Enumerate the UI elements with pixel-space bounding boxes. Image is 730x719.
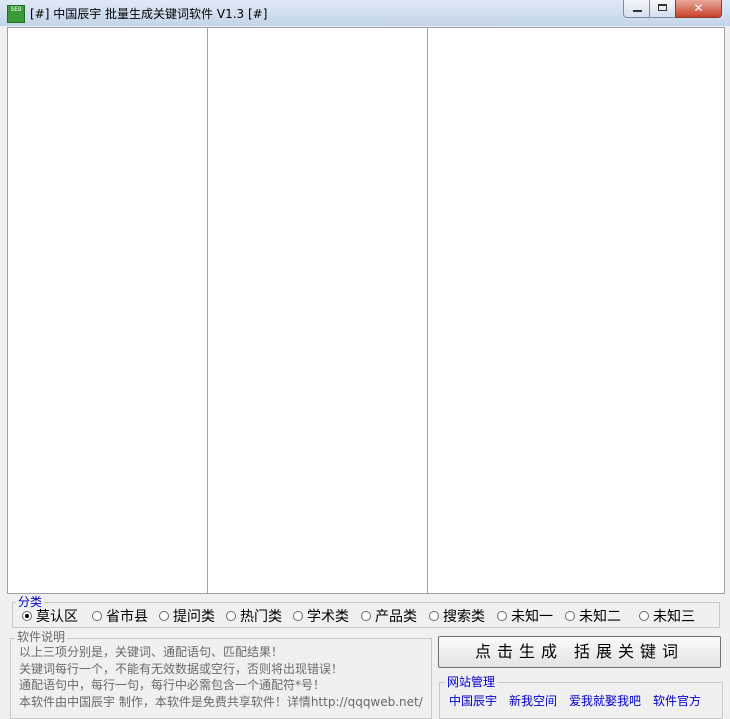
app-icon: SEO xyxy=(7,5,25,23)
site-link[interactable]: 中国辰宇 xyxy=(449,692,497,709)
close-icon: ✕ xyxy=(693,1,704,15)
window-title: [#] 中国辰宇 批量生成关键词软件 V1.3 [#] xyxy=(30,7,268,21)
about-legend: 软件说明 xyxy=(15,630,68,644)
close-button[interactable]: ✕ xyxy=(675,0,722,18)
radio-icon xyxy=(159,611,169,621)
radio-label: 未知三 xyxy=(653,609,695,625)
about-text: 以上三项分别是，关键词、通配语句、匹配结果！ 关键词每行一个，不能有无效数据或空… xyxy=(19,644,431,710)
site-links: 中国辰宇 新我空间 爱我就娶我吧 软件官方 xyxy=(449,692,701,709)
radio-label: 未知二 xyxy=(579,609,621,625)
radio-label: 学术类 xyxy=(307,609,349,625)
about-line: 关键词每行一个，不能有无效数据或空行，否则将出现错误！ xyxy=(19,661,344,676)
radio-icon xyxy=(293,611,303,621)
category-radio-option[interactable]: 未知三 xyxy=(639,606,705,626)
radio-label: 省市县 xyxy=(106,609,148,625)
maximize-button[interactable] xyxy=(649,0,676,18)
category-radio-option[interactable]: 产品类 xyxy=(361,606,429,626)
about-line: 本软件由中国辰宇 制作，本软件是免费共享软件！详情http://qqqweb.n… xyxy=(19,694,423,709)
radio-icon xyxy=(92,611,102,621)
radio-selected-icon xyxy=(22,611,32,621)
template-sentences-textarea[interactable] xyxy=(208,28,427,593)
radio-label: 热门类 xyxy=(240,609,282,625)
radio-label: 产品类 xyxy=(375,609,417,625)
category-radio-group: 莫认区 省市县 提问类 热门类 学术类 产品类 搜索类 未知一 未知二 未知三 xyxy=(22,607,722,625)
category-radio-option[interactable]: 热门类 xyxy=(226,606,293,626)
editor-panes xyxy=(7,27,725,594)
site-legend: 网站管理 xyxy=(445,675,498,689)
site-link[interactable]: 爱我就娶我吧 xyxy=(569,692,641,709)
category-radio-option[interactable]: 未知二 xyxy=(565,606,639,626)
results-textarea[interactable] xyxy=(428,28,724,593)
category-radio-option[interactable]: 学术类 xyxy=(293,606,361,626)
site-link[interactable]: 新我空间 xyxy=(509,692,557,709)
minimize-button[interactable] xyxy=(623,0,650,18)
radio-label: 提问类 xyxy=(173,609,215,625)
radio-icon xyxy=(565,611,575,621)
about-line: 通配语句中，每行一句，每行中必需包含一个通配符*号！ xyxy=(19,678,326,692)
category-radio-option[interactable]: 莫认区 xyxy=(22,606,92,626)
radio-icon xyxy=(497,611,507,621)
radio-icon xyxy=(226,611,236,621)
about-line: 以上三项分别是，关键词、通配语句、匹配结果！ xyxy=(19,645,284,659)
title-bar: SEO [#] 中国辰宇 批量生成关键词软件 V1.3 [#] ✕ xyxy=(0,0,730,26)
category-radio-option[interactable]: 提问类 xyxy=(159,606,226,626)
maximize-icon xyxy=(658,4,667,11)
category-radio-option[interactable]: 省市县 xyxy=(92,606,159,626)
radio-label: 未知一 xyxy=(511,609,553,625)
keywords-textarea[interactable] xyxy=(8,28,207,593)
generate-keywords-button[interactable]: 点击生成 括展关键词 xyxy=(438,636,721,668)
site-link[interactable]: 软件官方 xyxy=(653,692,701,709)
radio-label: 搜索类 xyxy=(443,609,485,625)
minimize-icon xyxy=(633,10,642,12)
radio-label: 莫认区 xyxy=(36,609,78,625)
radio-icon xyxy=(639,611,649,621)
category-radio-option[interactable]: 未知一 xyxy=(497,606,565,626)
category-radio-option[interactable]: 搜索类 xyxy=(429,606,497,626)
radio-icon xyxy=(429,611,439,621)
radio-icon xyxy=(361,611,371,621)
